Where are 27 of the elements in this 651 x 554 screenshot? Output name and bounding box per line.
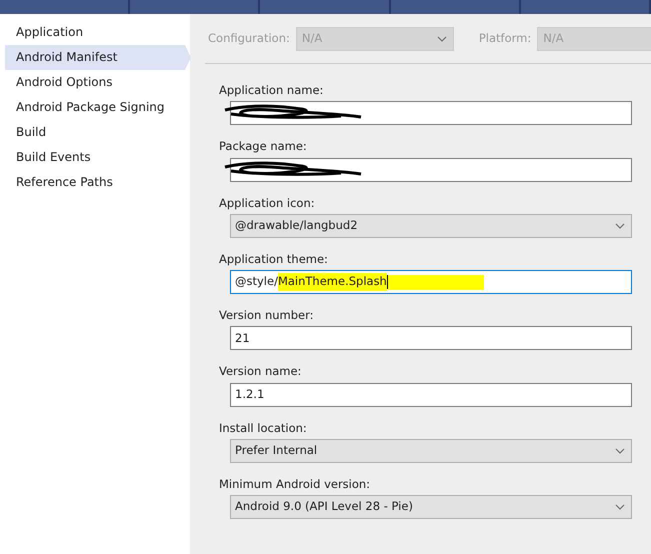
field-label: Version name: [219, 363, 302, 380]
input-field[interactable]: 1.2.1 [230, 382, 632, 406]
caret-icon [436, 36, 447, 42]
dropdown[interactable]: Prefer Internal [230, 438, 632, 463]
field-label: Configuration: [208, 30, 290, 47]
sidebar-item[interactable]: Android Options [5, 70, 191, 95]
sidebar-item[interactable]: Android Package Signing [5, 95, 191, 120]
caret-icon [615, 222, 625, 229]
sidebar-item[interactable]: Build [5, 120, 191, 145]
dropdown[interactable]: Android 9.0 (API Level 28 - Pie) [230, 495, 632, 519]
field-label: Package name: [219, 138, 308, 156]
caret-icon [615, 448, 625, 454]
field-label: Install location: [219, 420, 308, 436]
field-label: Application icon: [219, 194, 316, 212]
sidebar-item[interactable]: Android Manifest [5, 45, 191, 70]
field-label: Version number: [219, 307, 314, 324]
sidebar-item[interactable]: Application [5, 20, 191, 45]
field-label: Application theme: [219, 250, 329, 268]
field-label: Minimum Android version: [219, 476, 372, 493]
input-field[interactable]: @style/MainTheme.Splash [230, 270, 632, 294]
input-field[interactable]: 21 [230, 326, 632, 350]
field-label: Application name: [219, 82, 324, 99]
dropdown[interactable]: @drawable/langbud2 [230, 214, 632, 238]
caret-icon [615, 504, 625, 510]
field-label: Platform: [478, 30, 532, 47]
sidebar-item[interactable]: Reference Paths [5, 170, 191, 195]
sidebar-item[interactable]: Build Events [5, 145, 191, 170]
